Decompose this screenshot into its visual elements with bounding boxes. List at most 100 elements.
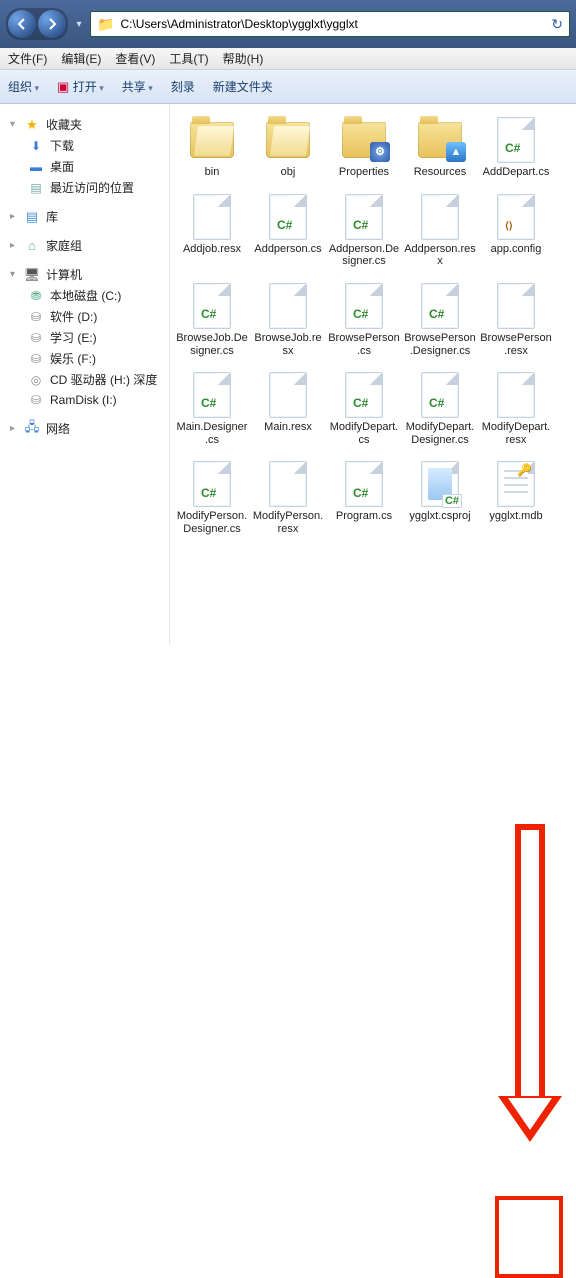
file-item[interactable]: 🔑ygglxt.mdb [478,456,554,539]
sidebar-item[interactable]: ⬇下载 [0,135,169,156]
file-item[interactable]: C#ModifyDepart.cs [326,367,402,450]
menu-file[interactable]: 文件(F) [8,50,47,67]
sidebar-label: 家庭组 [46,237,82,254]
file-item[interactable]: C# ygglxt.csproj [402,456,478,539]
sidebar-label: 库 [46,208,58,225]
file-icon [416,193,464,241]
sidebar-item-icon: ▬ [28,159,44,175]
file-name: ygglxt.csproj [409,510,470,523]
star-icon: ★ [24,117,40,133]
file-name: ModifyDepart.resx [480,421,552,446]
file-name: ModifyDepart.Designer.cs [404,421,476,446]
sidebar-network[interactable]: ▸ 🖧 网络 [0,418,169,439]
address-bar[interactable]: 📁 ↻ [90,11,570,37]
toolbar-organize[interactable]: 组织 [8,78,39,95]
folder-icon: 📁 [97,16,114,33]
homegroup-icon: ⌂ [24,238,40,254]
file-item[interactable]: C#BrowsePerson.Designer.cs [402,278,478,361]
file-item[interactable]: C#Addperson.cs [250,189,326,272]
sidebar-item[interactable]: ⛁学习 (E:) [0,327,169,348]
file-icon: C# [188,371,236,419]
file-item[interactable]: BrowseJob.resx [250,278,326,361]
sidebar-favorites-head[interactable]: ▾ ★ 收藏夹 [0,114,169,135]
sidebar-computer-head[interactable]: ▾ 🖥 计算机 [0,264,169,285]
sidebar-item[interactable]: ▬桌面 [0,156,169,177]
file-item[interactable]: ⟨⟩app.config [478,189,554,272]
sidebar-item[interactable]: ⛁娱乐 (F:) [0,348,169,369]
sidebar-item[interactable]: ⛁软件 (D:) [0,306,169,327]
file-name: BrowsePerson.resx [480,332,552,357]
sidebar-item-label: 最近访问的位置 [50,179,134,196]
file-item[interactable]: BrowsePerson.resx [478,278,554,361]
forward-button[interactable] [38,10,66,38]
chevron-right-icon: ▸ [10,211,18,222]
sidebar-item[interactable]: ⛁RamDisk (I:) [0,390,169,410]
file-item[interactable]: Addperson.resx [402,189,478,272]
drive-icon: ◎ [28,372,44,388]
history-dropdown[interactable]: ▾ [72,19,86,30]
address-input[interactable] [120,17,545,31]
menu-view[interactable]: 查看(V) [115,50,155,67]
file-item[interactable]: ⚙Properties [326,112,402,183]
sidebar-item[interactable]: ⛃ 本地磁盘 (C:) [0,285,169,306]
file-icon: C# [492,116,540,164]
file-item[interactable]: Addjob.resx [174,189,250,272]
sidebar-item[interactable]: ▤最近访问的位置 [0,177,169,198]
sidebar-item-label: 本地磁盘 (C:) [50,287,121,304]
menu-tools[interactable]: 工具(T) [169,50,208,67]
file-item[interactable]: C#Program.cs [326,456,402,539]
sidebar-item-label: CD 驱动器 (H:) 深度 [50,371,157,388]
file-icon: C# [416,282,464,330]
file-item[interactable]: ▲Resources [402,112,478,183]
file-icon: 🔑 [492,460,540,508]
computer-icon: 🖥 [24,267,40,283]
chevron-right-icon: ▸ [10,240,18,251]
file-pane[interactable]: binobj⚙Properties▲Resources C# AddDepart.c… [170,104,576,644]
file-name: AddDepart.cs [483,166,550,179]
file-item[interactable]: Main.resx [250,367,326,450]
file-icon: C# [340,460,388,508]
file-name: Main.resx [264,421,312,434]
file-icon: C# [416,460,464,508]
toolbar-burn[interactable]: 刻录 [171,78,195,95]
file-name: Resources [414,166,467,179]
file-item[interactable]: C#BrowseJob.Designer.cs [174,278,250,361]
chevron-down-icon: ▾ [10,119,18,130]
file-item[interactable]: C#Main.Designer.cs [174,367,250,450]
file-name: BrowsePerson.Designer.cs [404,332,476,357]
sidebar-libraries[interactable]: ▸ ▤ 库 [0,206,169,227]
file-name: Main.Designer.cs [176,421,248,446]
file-name: ModifyDepart.cs [328,421,400,446]
file-icon [264,282,312,330]
back-button[interactable] [8,10,36,38]
file-icon: C# [188,282,236,330]
menu-help[interactable]: 帮助(H) [223,50,264,67]
sidebar-item-label: 软件 (D:) [50,308,97,325]
file-item[interactable]: C#Addperson.Designer.cs [326,189,402,272]
file-item[interactable]: ModifyPerson.resx [250,456,326,539]
sidebar-label: 网络 [46,420,70,437]
file-icon: ⟨⟩ [492,193,540,241]
file-item[interactable]: obj [250,112,326,183]
file-item[interactable]: C#BrowsePerson.cs [326,278,402,361]
sidebar-label: 收藏夹 [46,116,82,133]
toolbar-newfolder[interactable]: 新建文件夹 [213,78,273,95]
sidebar-computer: ▾ 🖥 计算机 ⛃ 本地磁盘 (C:) ⛁软件 (D:)⛁学习 (E:)⛁娱乐 (F… [0,264,169,410]
file-icon: C# [340,282,388,330]
file-item[interactable]: C# AddDepart.cs [478,112,554,183]
refresh-icon[interactable]: ↻ [551,16,563,33]
file-name: ModifyPerson.resx [252,510,324,535]
drive-icon: ⛃ [28,288,44,304]
file-item[interactable]: C#ModifyPerson.Designer.cs [174,456,250,539]
file-icon [264,371,312,419]
file-item[interactable]: C#ModifyDepart.Designer.cs [402,367,478,450]
file-item[interactable]: bin [174,112,250,183]
sidebar: ▾ ★ 收藏夹 ⬇下载▬桌面▤最近访问的位置 ▸ ▤ 库 ▸ ⌂ 家庭组 ▾ [0,104,170,644]
file-item[interactable]: ModifyDepart.resx [478,367,554,450]
library-icon: ▤ [24,209,40,225]
menu-edit[interactable]: 编辑(E) [61,50,101,67]
sidebar-homegroup[interactable]: ▸ ⌂ 家庭组 [0,235,169,256]
sidebar-item[interactable]: ◎ CD 驱动器 (H:) 深度 [0,369,169,390]
toolbar-share[interactable]: 共享 [122,78,153,95]
toolbar-open[interactable]: ▣ 打开 [57,78,104,95]
